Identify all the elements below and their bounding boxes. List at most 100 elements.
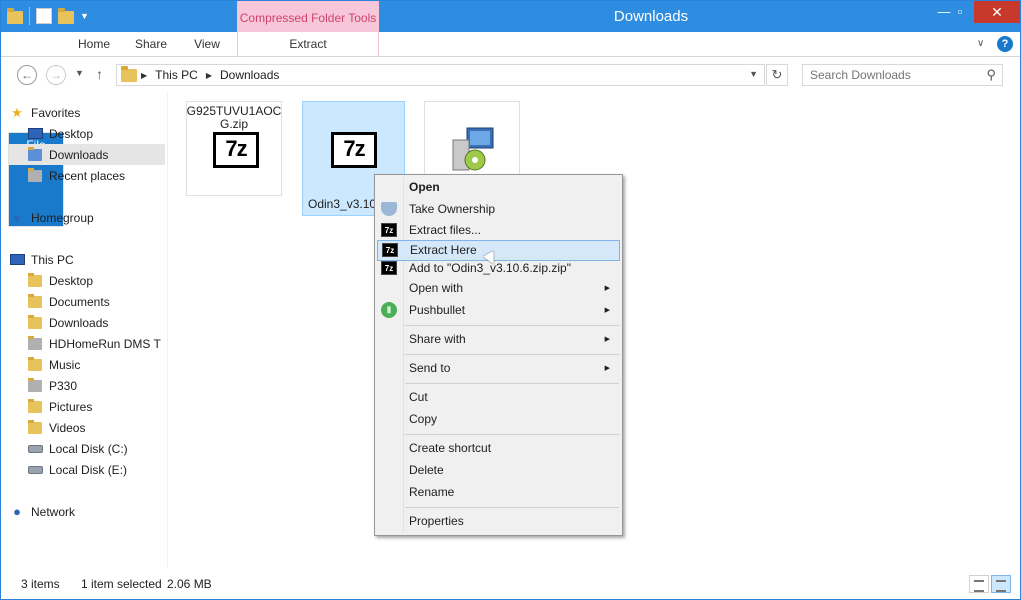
nav-label: This PC	[31, 252, 74, 267]
menu-separator	[405, 434, 619, 435]
breadcrumb-this-pc[interactable]: This PC	[155, 68, 198, 82]
nav-label: Downloads	[49, 315, 109, 330]
chevron-right-icon[interactable]: ▶	[206, 71, 212, 80]
tab-view[interactable]: View	[181, 32, 233, 57]
nav-network[interactable]: ● Network	[9, 501, 165, 522]
chevron-right-icon[interactable]: ▶	[141, 71, 147, 80]
nav-label: Music	[49, 357, 81, 372]
downloads-folder-icon	[27, 146, 43, 163]
navigation-bar: ← → ▼ ↑ ▶ This PC ▶ Downloads ▼ ↻ ⚲	[1, 57, 1020, 93]
menu-item-label: Extract files...	[409, 223, 482, 237]
navigation-pane: ★ Favorites Desktop Downloads Recent pla…	[1, 93, 167, 568]
menu-item-label: Pushbullet	[409, 303, 466, 317]
up-arrow-icon[interactable]: ↑	[96, 66, 103, 82]
shield-icon	[381, 202, 397, 216]
recent-locations-chevron-icon[interactable]: ▼	[75, 68, 84, 78]
nav-pc-videos[interactable]: Videos	[9, 417, 165, 438]
nav-pc-downloads[interactable]: Downloads	[9, 312, 165, 333]
menu-item-open-with[interactable]: Open with ▶	[377, 278, 620, 299]
nav-pc-desktop[interactable]: Desktop	[9, 270, 165, 291]
folder-icon	[27, 356, 43, 373]
menu-item-cut[interactable]: Cut	[377, 387, 620, 408]
nav-label: Desktop	[49, 126, 94, 141]
properties-icon[interactable]	[36, 8, 52, 24]
nav-pc-local-disk-c[interactable]: Local Disk (C:)	[9, 438, 165, 459]
nav-label: Favorites	[31, 105, 81, 120]
7z-archive-icon: 7z	[331, 132, 377, 168]
7zip-icon: 7z	[381, 261, 397, 275]
large-icons-view-icon[interactable]	[991, 575, 1011, 593]
folder-icon[interactable]	[7, 7, 23, 24]
nav-pc-local-disk-e[interactable]: Local Disk (E:)	[9, 459, 165, 480]
refresh-button[interactable]: ↻	[766, 64, 788, 86]
close-icon[interactable]: ✕	[974, 1, 1020, 23]
expand-ribbon-chevron-icon[interactable]: ∨	[977, 38, 984, 49]
pane-divider[interactable]	[167, 93, 168, 568]
folder-icon	[27, 419, 43, 436]
menu-item-delete[interactable]: Delete	[377, 460, 620, 481]
nav-pc-hdhomerun[interactable]: HDHomeRun DMS T	[9, 333, 165, 354]
menu-separator	[405, 325, 619, 326]
nav-homegroup[interactable]: ● Homegroup	[9, 207, 165, 228]
maximize-icon[interactable]: ▫	[945, 1, 975, 23]
search-input[interactable]	[803, 65, 978, 85]
address-bar[interactable]: ▶ This PC ▶ Downloads ▼	[116, 64, 765, 86]
folder-icon	[27, 293, 43, 310]
help-icon[interactable]: ?	[997, 36, 1013, 52]
menu-item-copy[interactable]: Copy	[377, 409, 620, 430]
submenu-arrow-icon: ▶	[604, 336, 610, 343]
menu-item-take-ownership[interactable]: Take Ownership	[377, 199, 620, 220]
tab-share[interactable]: Share	[124, 32, 178, 57]
details-view-icon[interactable]	[969, 575, 989, 593]
menu-item-label: Properties	[409, 514, 464, 528]
menu-item-share-with[interactable]: Share with ▶	[377, 329, 620, 350]
nav-fav-downloads[interactable]: Downloads	[9, 144, 165, 165]
nav-pc-documents[interactable]: Documents	[9, 291, 165, 312]
address-history-chevron-icon[interactable]: ▼	[749, 69, 758, 79]
menu-item-label: Share with	[409, 332, 466, 346]
breadcrumb-downloads[interactable]: Downloads	[220, 68, 279, 82]
search-icon[interactable]: ⚲	[986, 67, 996, 83]
nav-label: Network	[31, 504, 76, 519]
submenu-arrow-icon: ▶	[604, 285, 610, 292]
nav-label: Videos	[49, 420, 86, 435]
nav-pc-pictures[interactable]: Pictures	[9, 396, 165, 417]
customize-toolbar-chevron-icon[interactable]: ▼	[80, 11, 89, 21]
menu-item-label: Rename	[409, 485, 455, 499]
7zip-icon: 7z	[381, 223, 397, 237]
menu-item-send-to[interactable]: Send to ▶	[377, 358, 620, 379]
forward-button[interactable]: →	[46, 65, 66, 85]
menu-item-open[interactable]: Open	[377, 177, 620, 198]
nav-label: Local Disk (E:)	[49, 462, 128, 477]
nav-fav-desktop[interactable]: Desktop	[9, 123, 165, 144]
menu-item-create-shortcut[interactable]: Create shortcut	[377, 438, 620, 459]
status-item-count: 3 items	[21, 577, 60, 591]
nav-favorites[interactable]: ★ Favorites	[9, 102, 165, 123]
desktop-icon	[27, 126, 43, 142]
nav-this-pc[interactable]: This PC	[9, 249, 165, 270]
menu-item-label: Open	[409, 180, 440, 194]
file-name: Odin3_v3.10.	[308, 197, 380, 211]
menu-separator	[405, 383, 619, 384]
new-folder-icon[interactable]	[58, 7, 74, 24]
tab-extract[interactable]: Extract	[237, 32, 379, 57]
star-icon: ★	[11, 104, 23, 120]
status-bar: 3 items 1 item selected 2.06 MB	[1, 573, 1020, 599]
nav-fav-recent-places[interactable]: Recent places	[9, 165, 165, 186]
menu-item-pushbullet[interactable]: Ⅱ Pushbullet ▶	[377, 300, 620, 321]
menu-item-rename[interactable]: Rename	[377, 482, 620, 503]
back-button[interactable]: ←	[17, 65, 37, 85]
nav-pc-p330[interactable]: P330	[9, 375, 165, 396]
tab-home[interactable]: Home	[67, 32, 121, 57]
menu-separator	[405, 507, 619, 508]
network-icon: ●	[13, 504, 21, 519]
menu-separator	[405, 354, 619, 355]
search-box[interactable]: ⚲	[802, 64, 1003, 86]
nav-label: Documents	[49, 294, 110, 309]
file-name: G925TUVU1AOCG.zip	[186, 104, 282, 131]
submenu-arrow-icon: ▶	[604, 365, 610, 372]
nav-label: Recent places	[49, 168, 126, 183]
nav-pc-music[interactable]: Music	[9, 354, 165, 375]
menu-item-properties[interactable]: Properties	[377, 511, 620, 532]
menu-item-extract-files[interactable]: 7z Extract files...	[377, 220, 620, 241]
